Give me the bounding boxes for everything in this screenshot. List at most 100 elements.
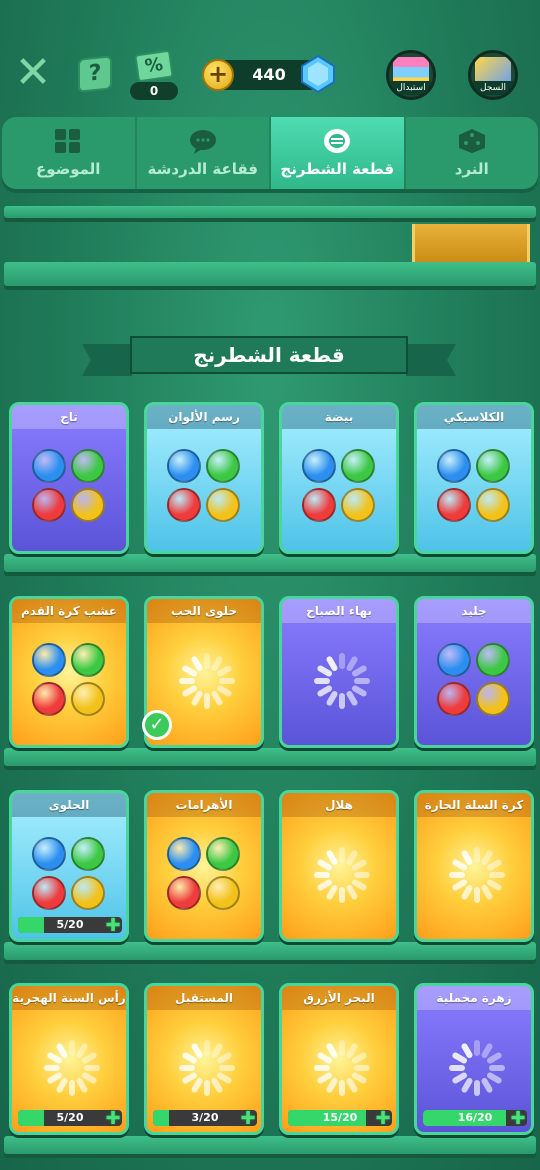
- tab-label: النرد: [454, 160, 489, 178]
- chess-piece-icon: [167, 449, 201, 483]
- chess-piece-icon: [32, 643, 66, 677]
- piece-set: [32, 449, 106, 523]
- card-preview: [282, 623, 396, 745]
- chess-piece-icon: [32, 876, 66, 910]
- loading-spinner-icon: [449, 1040, 505, 1096]
- chess-piece-icon: [302, 449, 336, 483]
- tab-chat-bubble[interactable]: فقاعة الدردشة: [137, 117, 271, 189]
- chess-piece-card[interactable]: زهرة مخملية 16/20 ✚: [414, 983, 534, 1135]
- chess-piece-card[interactable]: الأهرامات: [144, 790, 264, 942]
- banner-ribbon-left: [82, 344, 132, 376]
- loading-spinner-icon: [179, 653, 235, 709]
- add-coins-icon[interactable]: +: [202, 59, 234, 91]
- card-title: المستقبل: [147, 986, 261, 1010]
- chess-piece-icon: [71, 682, 105, 716]
- chess-piece-icon: [324, 129, 351, 153]
- card-preview: [12, 623, 126, 745]
- chess-piece-icon: [206, 837, 240, 871]
- section-banner: قطعة الشطرنج: [82, 336, 456, 376]
- card-title: البحر الأزرق: [282, 986, 396, 1010]
- chess-piece-icon: [71, 643, 105, 677]
- chess-piece-card[interactable]: كرة السلة الحارة: [414, 790, 534, 942]
- coupon-count: 0: [130, 82, 178, 100]
- shelf: [4, 748, 536, 766]
- chess-piece-icon: [71, 876, 105, 910]
- card-title: عشب كرة القدم: [12, 599, 126, 623]
- record-label: السجل: [471, 81, 515, 95]
- chess-piece-icon: [476, 643, 510, 677]
- card-title: بهاء الصباح: [282, 599, 396, 623]
- card-title: الكلاسيكي: [417, 405, 531, 429]
- exchange-button[interactable]: استبدال: [386, 50, 436, 100]
- chess-piece-icon: [206, 488, 240, 522]
- loading-spinner-icon: [179, 1040, 235, 1096]
- tab-label: الموضوع: [36, 160, 101, 178]
- theme-grid-icon: [55, 129, 81, 153]
- card-preview: [12, 429, 126, 551]
- chess-piece-card[interactable]: عشب كرة القدم: [9, 596, 129, 748]
- shelf: [4, 1136, 536, 1154]
- chess-piece-card[interactable]: البحر الأزرق 15/20 ✚: [279, 983, 399, 1135]
- owned-check-icon: ✓: [142, 710, 172, 740]
- piece-set: [32, 643, 106, 717]
- chess-piece-icon: [437, 682, 471, 716]
- coupon-icon: %: [134, 49, 174, 83]
- chess-piece-card[interactable]: هلال: [279, 790, 399, 942]
- chess-piece-card[interactable]: رسم الألوان: [144, 402, 264, 554]
- close-icon[interactable]: ✕: [12, 51, 54, 95]
- chess-piece-icon: [476, 488, 510, 522]
- loading-spinner-icon: [44, 1040, 100, 1096]
- chess-piece-icon: [167, 488, 201, 522]
- chess-piece-card[interactable]: رأس السنة الهجرية 5/20 ✚: [9, 983, 129, 1135]
- chess-piece-icon: [32, 488, 66, 522]
- chess-piece-card[interactable]: تاج: [9, 402, 129, 554]
- chess-piece-card[interactable]: بيضة: [279, 402, 399, 554]
- chat-bubble-icon: [189, 130, 216, 154]
- coupon-counter[interactable]: % 0: [130, 49, 178, 100]
- chess-piece-icon: [71, 488, 105, 522]
- chess-piece-card[interactable]: جليد: [414, 596, 534, 748]
- tab-dice[interactable]: النرد: [406, 117, 539, 189]
- puzzle-piece-icon: ✚: [240, 1108, 256, 1129]
- card-title: جليد: [417, 599, 531, 623]
- tab-theme[interactable]: الموضوع: [2, 117, 137, 189]
- loading-spinner-icon: [314, 653, 370, 709]
- piece-set: [437, 449, 511, 523]
- chess-piece-icon: [167, 837, 201, 871]
- chess-piece-icon: [32, 682, 66, 716]
- chess-piece-icon: [71, 449, 105, 483]
- chess-piece-icon: [437, 643, 471, 677]
- help-icon[interactable]: ?: [78, 55, 112, 93]
- diamond-icon: [301, 54, 335, 94]
- tab-chess-piece[interactable]: قطعة الشطرنج: [271, 117, 406, 189]
- card-title: الحلوى: [12, 793, 126, 817]
- puzzle-piece-icon: ✚: [375, 1108, 391, 1129]
- piece-set: [167, 837, 241, 911]
- chess-piece-card[interactable]: بهاء الصباح: [279, 596, 399, 748]
- card-title: حلوى الحب: [147, 599, 261, 623]
- loading-spinner-icon: [314, 847, 370, 903]
- puzzle-piece-icon: ✚: [510, 1108, 526, 1129]
- chess-piece-icon: [32, 449, 66, 483]
- top-bar: ✕ ? % 0 + 440 استبدال السجل: [0, 0, 540, 112]
- coin-value: 440: [252, 65, 286, 84]
- card-preview: [282, 817, 396, 939]
- chess-piece-card[interactable]: الحلوى 5/20 ✚: [9, 790, 129, 942]
- piece-set: [32, 837, 106, 911]
- chess-piece-card[interactable]: الكلاسيكي: [414, 402, 534, 554]
- card-title: هلال: [282, 793, 396, 817]
- piece-set: [437, 643, 511, 717]
- coin-balance[interactable]: + 440: [202, 54, 335, 94]
- chess-piece-icon: [341, 488, 375, 522]
- dice-icon: [458, 129, 485, 153]
- record-button[interactable]: السجل: [468, 50, 518, 100]
- card-preview: [147, 429, 261, 551]
- shelf: [4, 554, 536, 572]
- chess-piece-icon: [437, 449, 471, 483]
- puzzle-piece-icon: ✚: [105, 915, 121, 936]
- shelf: [4, 206, 536, 218]
- shelf: [4, 262, 536, 286]
- chess-piece-icon: [476, 682, 510, 716]
- chess-piece-card[interactable]: المستقبل 3/20 ✚: [144, 983, 264, 1135]
- category-tabs: الموضوع فقاعة الدردشة قطعة الشطرنج النرد: [2, 117, 538, 189]
